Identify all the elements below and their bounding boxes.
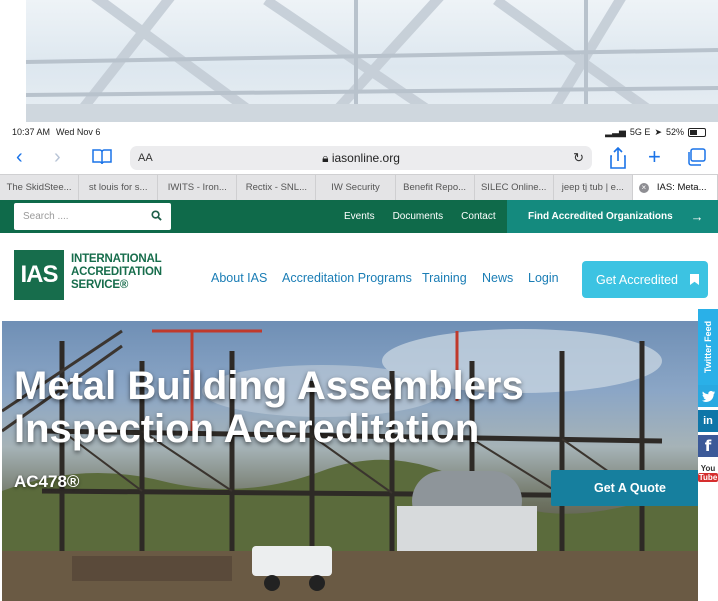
get-accredited-button[interactable]: Get Accredited xyxy=(582,261,708,298)
tabs-overview-icon[interactable] xyxy=(686,148,706,170)
get-accredited-label: Get Accredited xyxy=(596,272,678,287)
twitter-icon[interactable] xyxy=(698,385,718,407)
tab-label: Benefit Repo... xyxy=(403,182,467,193)
signal-icon: ▂▃▅ xyxy=(605,126,626,137)
browser-tab-active[interactable]: × IAS: Meta... xyxy=(632,175,718,200)
network-type: 5G E xyxy=(629,127,651,137)
site-utility-bar: Events Documents Contact Find Accredited… xyxy=(0,200,718,233)
tab-label: Rectix - SNL... xyxy=(245,182,307,193)
tab-label: IW Security xyxy=(331,182,380,193)
logo-line: ACCREDITATION xyxy=(71,266,162,278)
arrow-right-icon: → xyxy=(690,209,704,224)
find-button-label: Find Accredited Organizations xyxy=(528,211,673,222)
nav-accreditation-programs[interactable]: Accreditation Programs xyxy=(282,271,412,285)
browser-tab[interactable]: SILEC Online... xyxy=(475,175,554,200)
browser-tab[interactable]: The SkidStee... xyxy=(0,175,80,200)
contact-link[interactable]: Contact xyxy=(461,211,495,222)
status-bar: 10:37 AM Wed Nov 6 ▂▃▅ 5G E ➤ 52% xyxy=(0,122,718,142)
browser-tab[interactable]: Rectix - SNL... xyxy=(237,175,317,200)
facebook-icon[interactable]: f xyxy=(698,435,718,457)
browser-tab[interactable]: st louis for s... xyxy=(79,175,159,200)
youtube-icon[interactable]: You Tube xyxy=(697,460,718,486)
bookmarks-icon[interactable] xyxy=(92,148,112,170)
search-icon[interactable] xyxy=(151,210,162,221)
nav-about-ias[interactable]: About IAS xyxy=(211,271,267,285)
new-tab-icon[interactable]: + xyxy=(648,146,661,168)
hero-subtitle: AC478® xyxy=(14,472,80,491)
hero-title-line: Metal Building Assemblers xyxy=(14,364,524,408)
lock-icon: 🔒︎ xyxy=(322,150,329,165)
events-link[interactable]: Events xyxy=(344,211,375,222)
browser-tab[interactable]: IWITS - Iron... xyxy=(158,175,238,200)
hero-banner: Metal Building Assemblers Inspection Acc… xyxy=(2,321,698,601)
youtube-you-label: You xyxy=(700,464,716,473)
get-a-quote-button[interactable]: Get A Quote xyxy=(551,470,698,506)
search-input[interactable] xyxy=(14,203,134,230)
construction-site-image xyxy=(2,329,698,601)
social-sidebar: Twitter Feed in f You Tube xyxy=(697,309,718,601)
back-icon[interactable]: ‹ xyxy=(16,147,23,167)
tab-label: SILEC Online... xyxy=(480,182,547,193)
browser-toolbar: ‹ › AA 🔒︎ iasonline.org ↻ + xyxy=(0,142,718,174)
linkedin-icon[interactable]: in xyxy=(698,410,718,432)
reload-icon[interactable]: ↻ xyxy=(573,150,584,166)
forward-icon[interactable]: › xyxy=(54,147,61,167)
location-icon: ➤ xyxy=(654,126,662,137)
hero-title: Metal Building Assemblers Inspection Acc… xyxy=(14,365,614,451)
documents-link[interactable]: Documents xyxy=(393,211,444,222)
url-value: iasonline.org xyxy=(331,150,400,165)
battery-percent: 52% xyxy=(665,127,684,137)
browser-tab[interactable]: IW Security xyxy=(316,175,396,200)
twitter-feed-label: Twitter Feed xyxy=(703,320,713,374)
ias-logo-text[interactable]: INTERNATIONAL ACCREDITATION SERVICE® xyxy=(71,253,191,292)
close-tab-icon[interactable]: × xyxy=(638,182,649,193)
status-time: 10:37 AM xyxy=(12,127,51,137)
tab-label: st louis for s... xyxy=(88,182,148,193)
tab-label: IAS: Meta... xyxy=(656,182,707,193)
tab-label: jeep tj tub | e... xyxy=(561,182,624,193)
nav-news[interactable]: News xyxy=(482,271,513,285)
ias-logo-mark[interactable]: IAS xyxy=(14,250,64,300)
share-icon[interactable] xyxy=(609,146,627,173)
tab-bar: The SkidStee... st louis for s... IWITS … xyxy=(0,174,718,200)
logo-line: SERVICE® xyxy=(71,279,129,291)
bookmark-icon xyxy=(690,274,699,285)
browser-tab[interactable]: Benefit Repo... xyxy=(396,175,475,200)
logo-line: INTERNATIONAL xyxy=(71,253,162,265)
find-accredited-organizations-button[interactable]: Find Accredited Organizations → xyxy=(507,200,718,233)
background-photo-strip xyxy=(26,0,718,122)
nav-training[interactable]: Training xyxy=(422,271,467,285)
site-search xyxy=(14,203,171,230)
site-header: IAS INTERNATIONAL ACCREDITATION SERVICE®… xyxy=(0,233,718,321)
utility-links: Events Documents Contact xyxy=(344,200,514,233)
battery-icon xyxy=(688,127,706,137)
hero-title-line: Inspection Accreditation xyxy=(14,407,480,451)
status-date: Wed Nov 6 xyxy=(56,127,101,137)
tab-label: IWITS - Iron... xyxy=(167,182,227,193)
url-text: 🔒︎ iasonline.org xyxy=(130,151,592,166)
tab-label: The SkidStee... xyxy=(6,182,72,193)
nav-login[interactable]: Login xyxy=(528,271,559,285)
youtube-tube-label: Tube xyxy=(697,473,718,482)
steel-beams-image xyxy=(26,0,718,122)
twitter-feed-tab[interactable]: Twitter Feed xyxy=(698,309,718,385)
browser-tab[interactable]: jeep tj tub | e... xyxy=(554,175,633,200)
address-bar[interactable]: AA 🔒︎ iasonline.org ↻ xyxy=(130,146,592,170)
